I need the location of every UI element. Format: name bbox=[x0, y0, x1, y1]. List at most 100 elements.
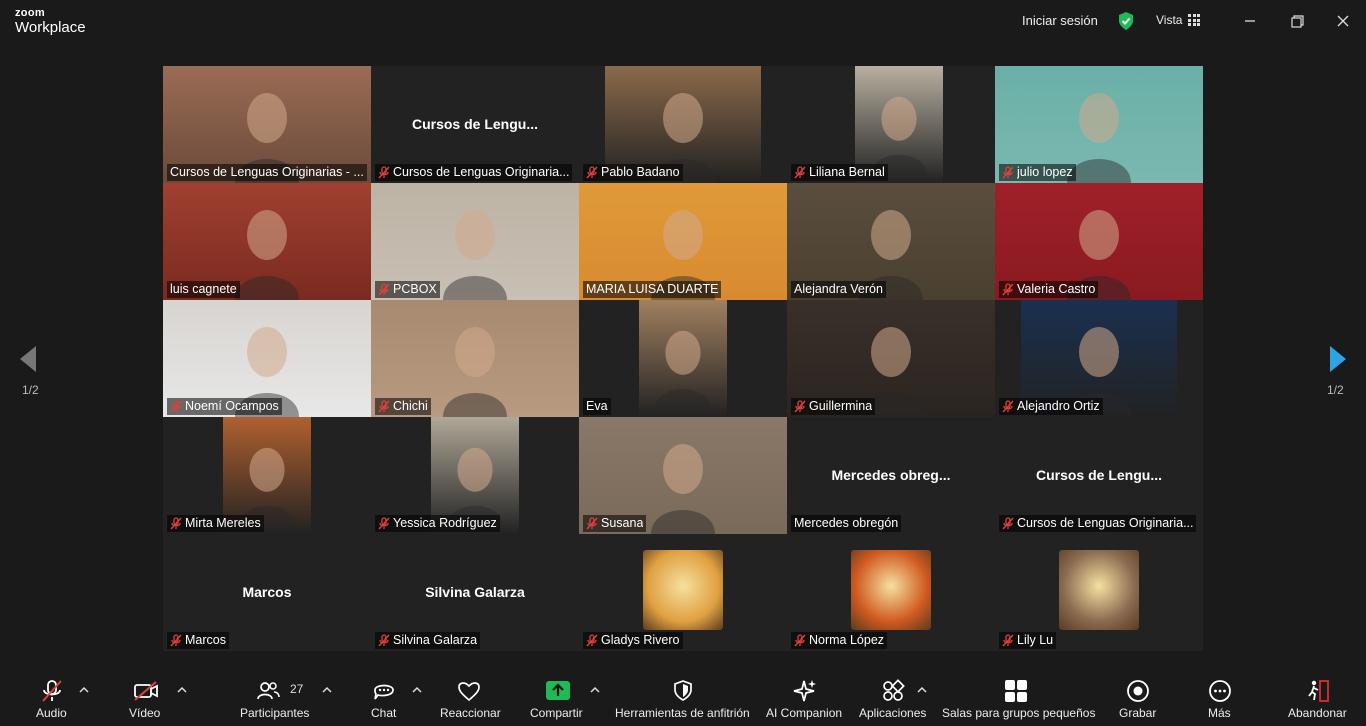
participant-name-tag: Mirta Mereles bbox=[167, 515, 264, 532]
participant-tile[interactable]: Chichi bbox=[371, 300, 579, 417]
participant-name-tag: Cursos de Lenguas Originaria... bbox=[375, 164, 573, 181]
close-icon[interactable] bbox=[1332, 10, 1354, 32]
participant-tile[interactable]: MARIA LUISA DUARTE bbox=[579, 183, 787, 300]
ai-companion-button[interactable]: AI Companion bbox=[765, 668, 845, 726]
breakout-rooms-button[interactable]: Salas para grupos pequeños bbox=[941, 668, 1095, 726]
participant-name: Mercedes obregón bbox=[794, 516, 899, 530]
leave-button[interactable]: Abandonar bbox=[1286, 668, 1350, 726]
view-menu-label[interactable]: Vista bbox=[1156, 13, 1182, 27]
host-tools-button[interactable]: Herramientas de anfitrión bbox=[614, 668, 752, 726]
participant-name-tag: Cursos de Lenguas Originarias - ... bbox=[167, 164, 367, 181]
muted-mic-icon bbox=[794, 633, 806, 646]
ai-companion-label: AI Companion bbox=[766, 706, 843, 720]
participant-tile[interactable]: Liliana Bernal bbox=[787, 66, 995, 183]
participants-icon bbox=[257, 682, 280, 700]
participant-name: Alejandro Ortiz bbox=[1017, 399, 1100, 413]
participant-name: Chichi bbox=[393, 399, 428, 413]
participant-tile[interactable]: Marcos Marcos bbox=[163, 534, 371, 651]
participant-tile[interactable]: Yessica Rodríguez bbox=[371, 417, 579, 534]
leave-label: Abandonar bbox=[1288, 706, 1347, 720]
participant-silhouette bbox=[654, 330, 712, 410]
restore-icon[interactable] bbox=[1286, 10, 1308, 32]
participant-tile[interactable]: Mirta Mereles bbox=[163, 417, 371, 534]
muted-mic-icon bbox=[794, 165, 806, 178]
participant-tile[interactable]: Lily Lu bbox=[995, 534, 1203, 651]
participant-tile[interactable]: Alejandro Ortiz bbox=[995, 300, 1203, 417]
display-name-center: Cursos de Lengu... bbox=[1035, 467, 1162, 483]
participant-tile[interactable]: Norma López bbox=[787, 534, 995, 651]
participant-name: Yessica Rodríguez bbox=[393, 516, 497, 530]
apps-button[interactable]: Aplicaciones bbox=[858, 668, 928, 726]
participants-count: 27 bbox=[290, 682, 304, 696]
security-shield-icon[interactable] bbox=[1117, 11, 1135, 31]
participant-tile[interactable]: Pablo Badano bbox=[579, 66, 787, 183]
video-button[interactable]: Vídeo bbox=[126, 668, 166, 726]
muted-mic-icon bbox=[378, 399, 390, 412]
minimize-icon[interactable] bbox=[1239, 10, 1261, 32]
participant-name-tag: Norma López bbox=[791, 632, 888, 649]
muted-mic-icon bbox=[1002, 282, 1014, 295]
more-dots-icon bbox=[1209, 680, 1231, 702]
muted-mic-icon bbox=[1002, 516, 1014, 529]
audio-options-caret-icon[interactable] bbox=[79, 686, 89, 694]
participant-name: Alejandra Verón bbox=[794, 282, 883, 296]
participant-tile[interactable]: Cursos de Lenguas Originarias - ... bbox=[163, 66, 371, 183]
chat-icon bbox=[374, 684, 394, 700]
more-button[interactable]: Más bbox=[1205, 668, 1235, 726]
chat-options-caret-icon[interactable] bbox=[412, 686, 422, 694]
participant-name-tag: Susana bbox=[583, 515, 647, 532]
muted-mic-icon bbox=[170, 399, 182, 412]
participant-tile[interactable]: Cursos de Lengu... Cursos de Lenguas Orig… bbox=[371, 66, 579, 183]
share-options-caret-icon[interactable] bbox=[590, 686, 600, 694]
video-gallery: Cursos de Lenguas Originarias - ... Curso… bbox=[163, 66, 1203, 651]
participant-name-tag: julio lopez bbox=[999, 164, 1076, 181]
participant-name: Mirta Mereles bbox=[185, 516, 261, 530]
muted-mic-icon bbox=[378, 165, 390, 178]
participant-tile[interactable]: Noemí Ocampos bbox=[163, 300, 371, 417]
participant-name: Cursos de Lenguas Originaria... bbox=[1017, 516, 1194, 530]
react-button[interactable]: Reaccionar bbox=[438, 668, 501, 726]
page-indicator-left: 1/2 bbox=[22, 383, 39, 397]
host-tools-label: Herramientas de anfitrión bbox=[615, 706, 750, 720]
participant-tile[interactable]: Cursos de Lengu... Cursos de Lenguas Orig… bbox=[995, 417, 1203, 534]
muted-mic-icon bbox=[170, 633, 182, 646]
participants-options-caret-icon[interactable] bbox=[322, 686, 332, 694]
share-label: Compartir bbox=[530, 706, 583, 720]
participant-name: MARIA LUISA DUARTE bbox=[586, 282, 719, 296]
participant-name-tag: PCBOX bbox=[375, 281, 440, 298]
brand-workplace: Workplace bbox=[15, 19, 86, 36]
share-button[interactable]: Compartir bbox=[529, 668, 587, 726]
next-page-icon[interactable] bbox=[1328, 344, 1348, 374]
sign-in-link[interactable]: Iniciar sesión bbox=[1022, 13, 1098, 28]
participant-tile[interactable]: Alejandra Verón bbox=[787, 183, 995, 300]
chat-button[interactable]: Chat bbox=[368, 668, 400, 726]
apps-options-caret-icon[interactable] bbox=[917, 686, 927, 694]
participant-name: Cursos de Lenguas Originarias - ... bbox=[170, 165, 364, 179]
participant-tile[interactable]: luis cagnete bbox=[163, 183, 371, 300]
view-grid-icon[interactable] bbox=[1188, 14, 1200, 26]
participant-tile[interactable]: Valeria Castro bbox=[995, 183, 1203, 300]
participant-tile[interactable]: Gladys Rivero bbox=[579, 534, 787, 651]
profile-picture bbox=[1059, 550, 1139, 630]
participant-tile[interactable]: Silvina Galarza Silvina Galarza bbox=[371, 534, 579, 651]
participants-button[interactable]: 27 Participantes bbox=[238, 668, 314, 726]
participant-tile[interactable]: PCBOX bbox=[371, 183, 579, 300]
audio-button[interactable]: Audio bbox=[30, 668, 74, 726]
participant-tile[interactable]: Eva bbox=[579, 300, 787, 417]
participant-tile[interactable]: Mercedes obreg... Mercedes obregón bbox=[787, 417, 995, 534]
leave-door-icon bbox=[1308, 680, 1329, 702]
participant-name: Silvina Galarza bbox=[393, 633, 478, 647]
participant-name: julio lopez bbox=[1017, 165, 1073, 179]
participant-name: Susana bbox=[601, 516, 644, 530]
participant-tile[interactable]: julio lopez bbox=[995, 66, 1203, 183]
participant-name-tag: Mercedes obregón bbox=[791, 515, 902, 532]
participant-tile[interactable]: Susana bbox=[579, 417, 787, 534]
participant-name-tag: Alejandro Ortiz bbox=[999, 398, 1103, 415]
participant-tile[interactable]: Guillermina bbox=[787, 300, 995, 417]
participant-name-tag: luis cagnete bbox=[167, 281, 240, 298]
previous-page-icon[interactable] bbox=[18, 344, 38, 374]
participant-name: luis cagnete bbox=[170, 282, 237, 296]
participant-name-tag: Valeria Castro bbox=[999, 281, 1099, 298]
video-options-caret-icon[interactable] bbox=[177, 686, 187, 694]
record-button[interactable]: Grabar bbox=[1118, 668, 1158, 726]
